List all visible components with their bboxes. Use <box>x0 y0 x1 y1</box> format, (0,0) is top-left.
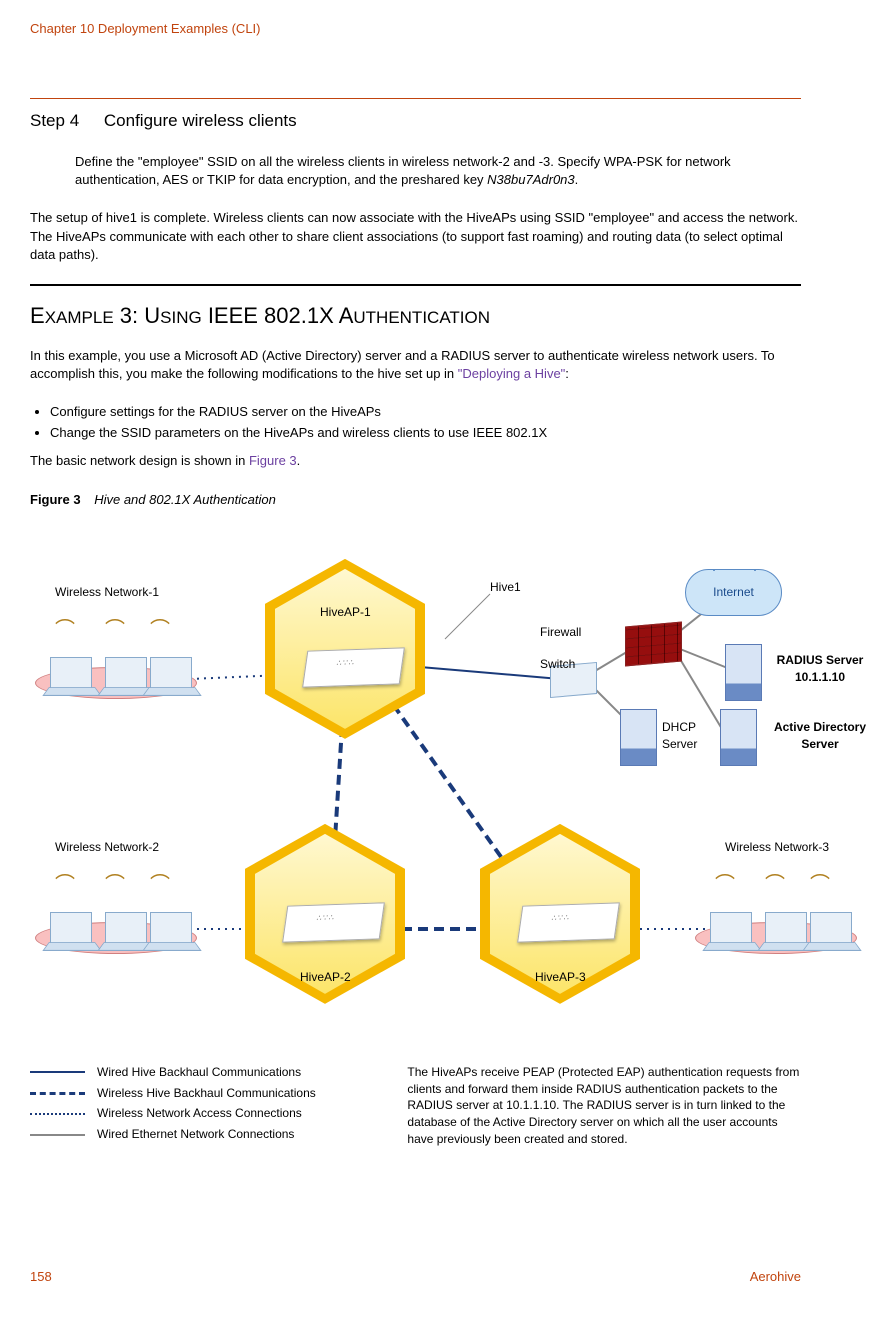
example-heading: EXAMPLE 3: USING IEEE 802.1X AUTHENTICAT… <box>30 301 801 332</box>
figure-caption: Figure 3 Hive and 802.1X Authentication <box>30 491 801 509</box>
legend-text: Wireless Hive Backhaul Communications <box>97 1085 316 1102</box>
page-number: 158 <box>30 1268 52 1286</box>
net3-label: Wireless Network-3 <box>725 839 829 856</box>
page-footer: 158 Aerohive <box>30 1268 801 1286</box>
intro-pre: In this example, you use a Microsoft AD … <box>30 348 775 381</box>
list-item: Change the SSID parameters on the HiveAP… <box>50 424 801 442</box>
step-body: Define the "employee" SSID on all the wi… <box>75 153 801 189</box>
wired-eth-line-icon <box>30 1134 85 1136</box>
legend-item: Wireless Hive Backhaul Communications <box>30 1085 367 1102</box>
chapter-header: Chapter 10 Deployment Examples (CLI) <box>30 20 801 38</box>
legend-text: Wireless Network Access Connections <box>97 1105 302 1122</box>
net3-cluster: ⌒ ⌒ ⌒ <box>695 889 855 959</box>
section-divider <box>30 284 801 286</box>
step-body-post: . <box>575 172 579 187</box>
bullet-list: Configure settings for the RADIUS server… <box>50 403 801 442</box>
hiveap2-label: HiveAP-2 <box>300 969 351 986</box>
wireless-access-line-icon <box>30 1113 85 1115</box>
hiveap3-label: HiveAP-3 <box>535 969 586 986</box>
setup-paragraph: The setup of hive1 is complete. Wireless… <box>30 209 801 264</box>
step-title-text: Configure wireless clients <box>104 111 297 130</box>
step-heading: Step 4 Configure wireless clients <box>30 109 801 133</box>
legend-description: The HiveAPs receive PEAP (Protected EAP)… <box>407 1064 801 1148</box>
wired-hive-line-icon <box>30 1071 85 1073</box>
step-number: Step 4 <box>30 111 79 130</box>
dhcp-label: DHCP Server <box>662 719 697 753</box>
net2-label: Wireless Network-2 <box>55 839 159 856</box>
ad-server-icon <box>720 709 757 766</box>
firewall-label: Firewall <box>540 624 581 641</box>
ad-label: Active Directory Server <box>765 719 875 753</box>
net1-label: Wireless Network-1 <box>55 584 159 601</box>
hiveap1-device: ∴∵∴ <box>302 647 405 687</box>
list-item: Configure settings for the RADIUS server… <box>50 403 801 421</box>
hiveap1-label: HiveAP-1 <box>320 604 371 621</box>
figure-link[interactable]: Figure 3 <box>249 453 297 468</box>
legend-text: Wired Ethernet Network Connections <box>97 1126 294 1143</box>
legend-item: Wired Ethernet Network Connections <box>30 1126 367 1143</box>
internet-label: Internet <box>713 585 754 599</box>
figure-number: Figure 3 <box>30 492 81 507</box>
legend-text: Wired Hive Backhaul Communications <box>97 1064 301 1081</box>
hiveap2-device: ∴∵∴ <box>282 902 385 942</box>
dhcp-server-icon <box>620 709 657 766</box>
divider <box>30 98 801 99</box>
legend-item: Wireless Network Access Connections <box>30 1105 367 1122</box>
legend-item: Wired Hive Backhaul Communications <box>30 1064 367 1081</box>
radius-server-icon <box>725 644 762 701</box>
brand-name: Aerohive <box>750 1268 801 1286</box>
firewall-icon <box>625 621 682 666</box>
net2-cluster: ⌒ ⌒ ⌒ <box>35 889 195 959</box>
hiveap3-device: ∴∵∴ <box>517 902 620 942</box>
legend: Wired Hive Backhaul Communications Wirel… <box>30 1064 801 1148</box>
wireless-hive-line-icon <box>30 1092 85 1095</box>
radius-label: RADIUS Server 10.1.1.10 <box>770 652 870 686</box>
design-sentence: The basic network design is shown in Fig… <box>30 452 801 470</box>
preshared-key: N38bu7Adr0n3 <box>487 172 574 187</box>
step-body-pre: Define the "employee" SSID on all the wi… <box>75 154 731 187</box>
internet-cloud: Internet <box>685 569 782 616</box>
network-diagram: ∴∵∴ HiveAP-1 ∴∵∴ HiveAP-2 ∴∵∴ HiveAP-3 H… <box>30 524 860 1044</box>
example-intro: In this example, you use a Microsoft AD … <box>30 347 801 383</box>
deploying-hive-link[interactable]: "Deploying a Hive" <box>458 366 566 381</box>
figure-title: Hive and 802.1X Authentication <box>94 492 276 507</box>
net1-cluster: ⌒ ⌒ ⌒ <box>35 634 195 704</box>
hive1-label: Hive1 <box>490 579 521 596</box>
switch-label: Switch <box>540 656 575 673</box>
intro-post: : <box>565 366 569 381</box>
